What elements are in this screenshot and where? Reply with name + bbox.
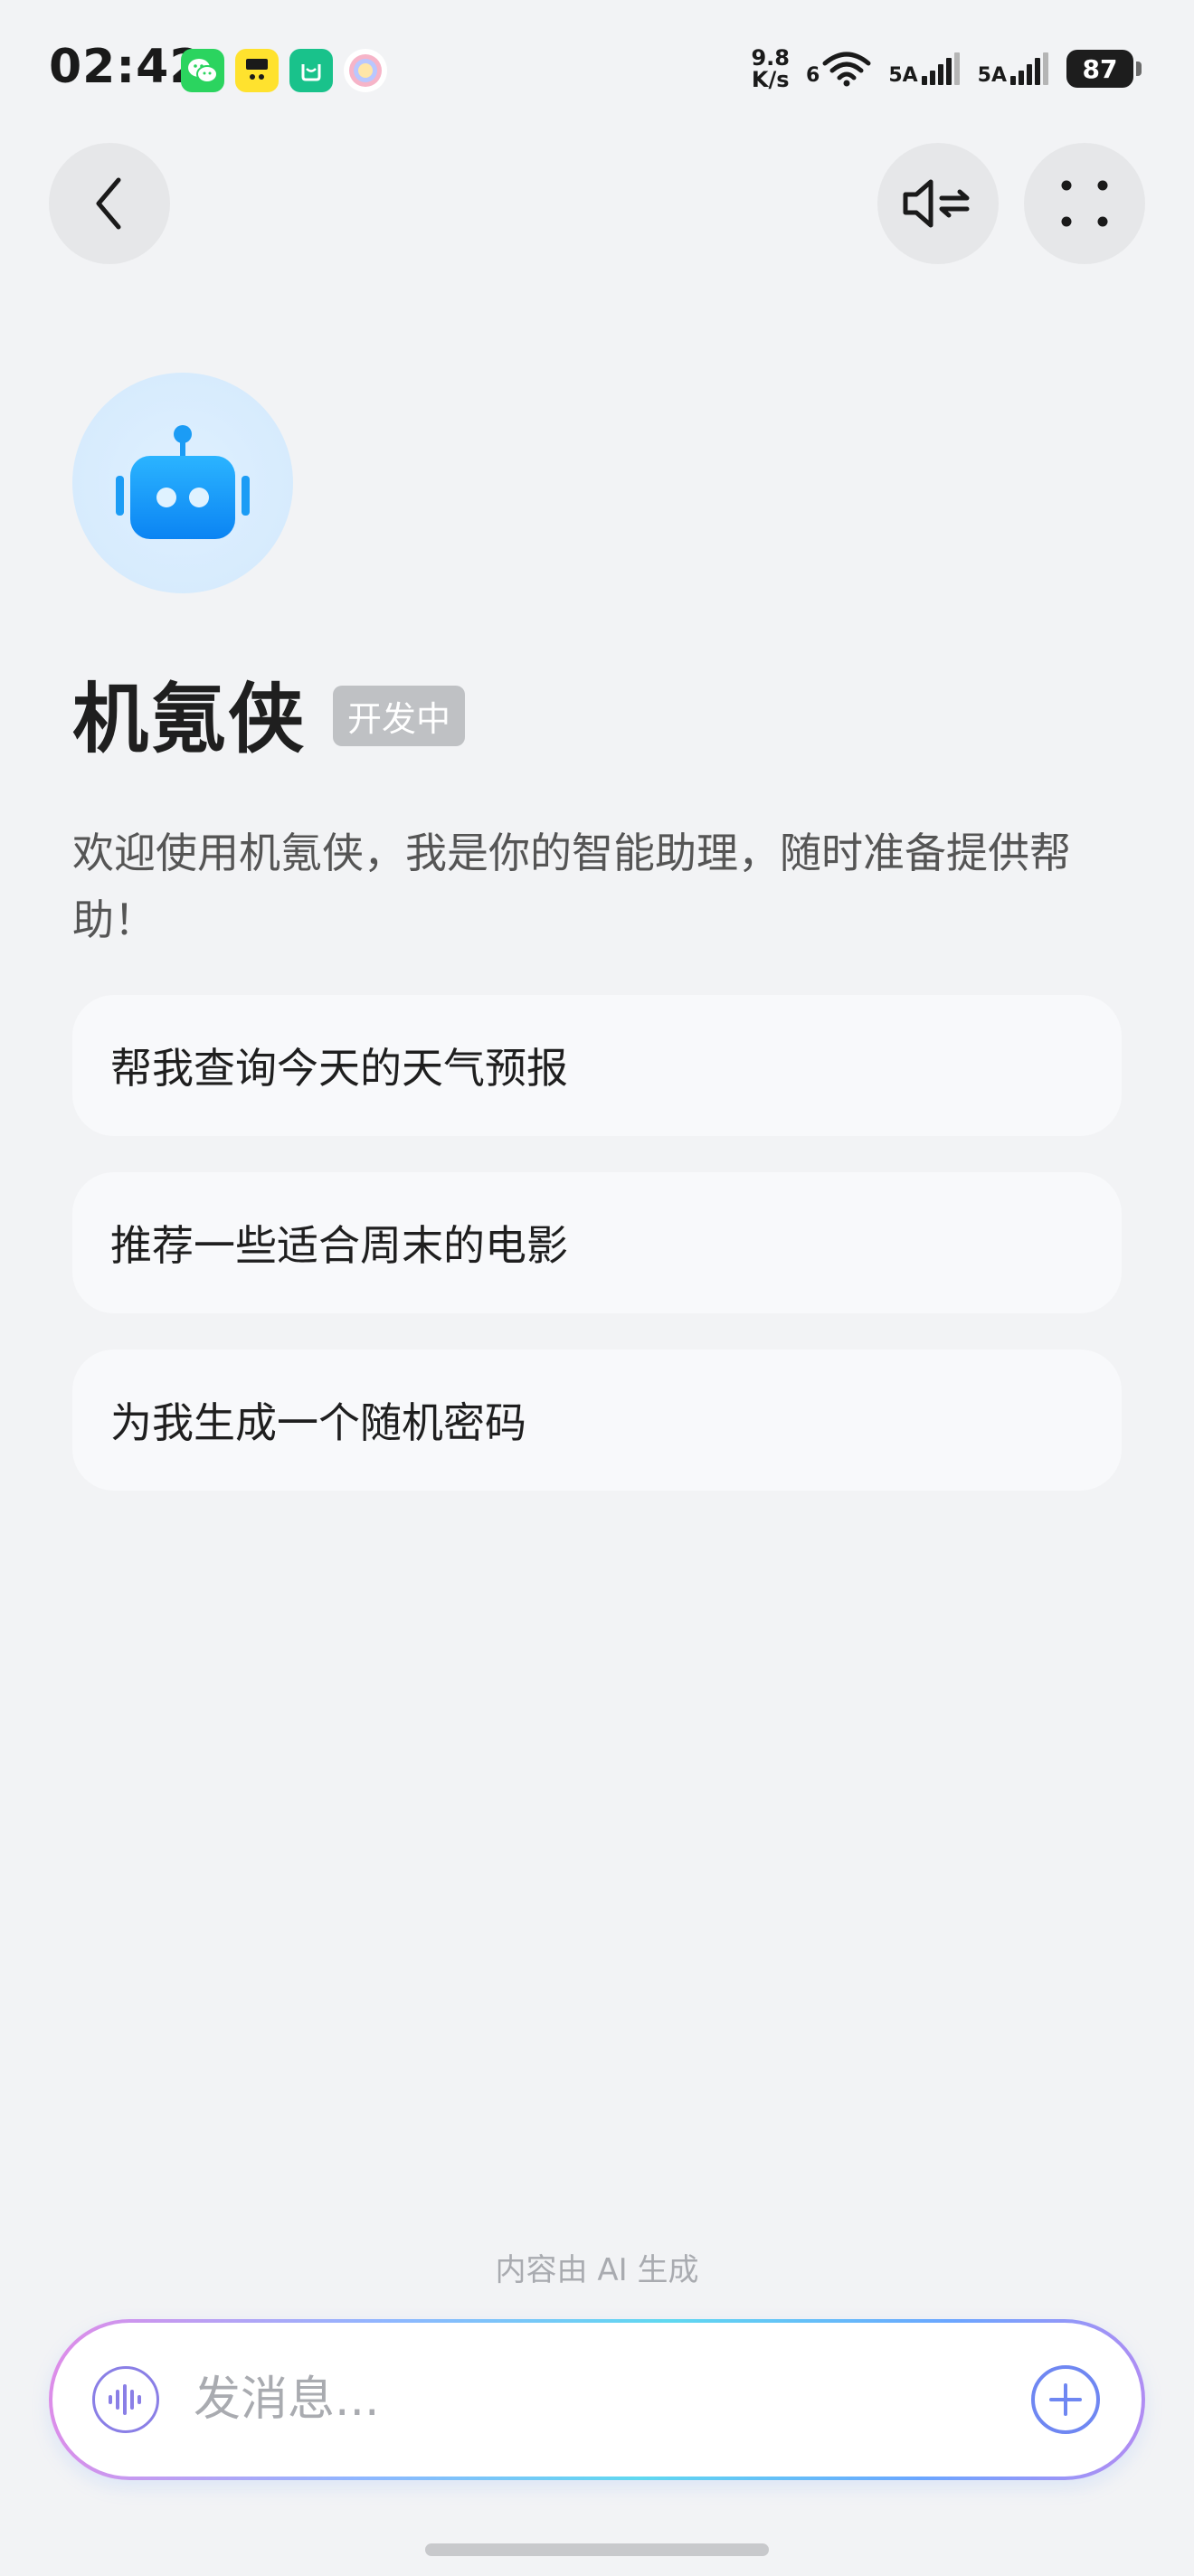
bot-name: 机氪侠: [72, 675, 307, 763]
wifi-status: 6: [806, 51, 872, 87]
speaker-switch-icon: [903, 179, 970, 228]
suggestion-movies[interactable]: 推荐一些适合周末的电影: [72, 1172, 1122, 1313]
message-composer: [49, 2319, 1145, 2480]
wechat-icon: [181, 49, 224, 92]
sim1-label: 5A: [888, 64, 918, 87]
status-time: 02:42: [49, 40, 204, 94]
photo-app-icon: [344, 49, 387, 92]
wifi-icon: [822, 52, 871, 87]
voice-input-button[interactable]: [92, 2366, 159, 2433]
bot-avatar: [72, 373, 293, 593]
chat-welcome-screen: 02:42 9.8 K/s 6 5A 5A 87 机氪侠 开发中 欢迎使用机氪侠…: [0, 0, 1194, 2576]
plus-circle-icon: [1049, 2383, 1082, 2416]
back-button[interactable]: [49, 143, 170, 264]
sim2-signal: 5A: [978, 51, 1050, 87]
signal-bars-icon: [921, 52, 960, 85]
more-options-button[interactable]: [1024, 143, 1145, 264]
welcome-message: 欢迎使用机氪侠，我是你的智能助理，随时准备提供帮助！: [72, 829, 1071, 944]
status-bar: 02:42 9.8 K/s 6 5A 5A 87: [0, 0, 1194, 136]
suggestion-weather[interactable]: 帮我查询今天的天气预报: [72, 995, 1122, 1136]
ai-generated-note: 内容由 AI 生成: [495, 2252, 699, 2288]
network-speed: 9.8 K/s: [751, 47, 790, 90]
robot-icon: [116, 425, 250, 539]
suggestion-password[interactable]: 为我生成一个随机密码: [72, 1350, 1122, 1491]
status-badge: 开发中: [333, 686, 466, 746]
signal-bars-icon: [1010, 52, 1048, 85]
nova-app-icon: [235, 49, 279, 92]
network-speed-unit: K/s: [751, 67, 790, 92]
notification-app-icons: [181, 49, 387, 92]
message-input[interactable]: [192, 2372, 1031, 2428]
sim2-label: 5A: [977, 64, 1007, 87]
message-composer-inner: [52, 2323, 1142, 2477]
voice-switch-button[interactable]: [877, 143, 999, 264]
mi-home-icon: [289, 49, 333, 92]
battery-level: 87: [1066, 50, 1133, 88]
home-indicator[interactable]: [425, 2543, 769, 2556]
audio-wave-icon: [109, 2384, 141, 2415]
network-speed-value: 9.8: [751, 45, 790, 71]
sim1-signal: 5A: [888, 51, 961, 87]
bot-title-row: 机氪侠 开发中: [72, 658, 466, 768]
battery-indicator: 87: [1066, 50, 1142, 88]
chevron-left-icon: [96, 177, 121, 230]
four-dots-icon: [1061, 180, 1108, 227]
add-attachment-button[interactable]: [1031, 2365, 1100, 2434]
wifi-label: 6: [806, 64, 820, 87]
status-indicators: 9.8 K/s 6 5A 5A 87: [751, 47, 1142, 90]
battery-cap: [1136, 62, 1142, 76]
